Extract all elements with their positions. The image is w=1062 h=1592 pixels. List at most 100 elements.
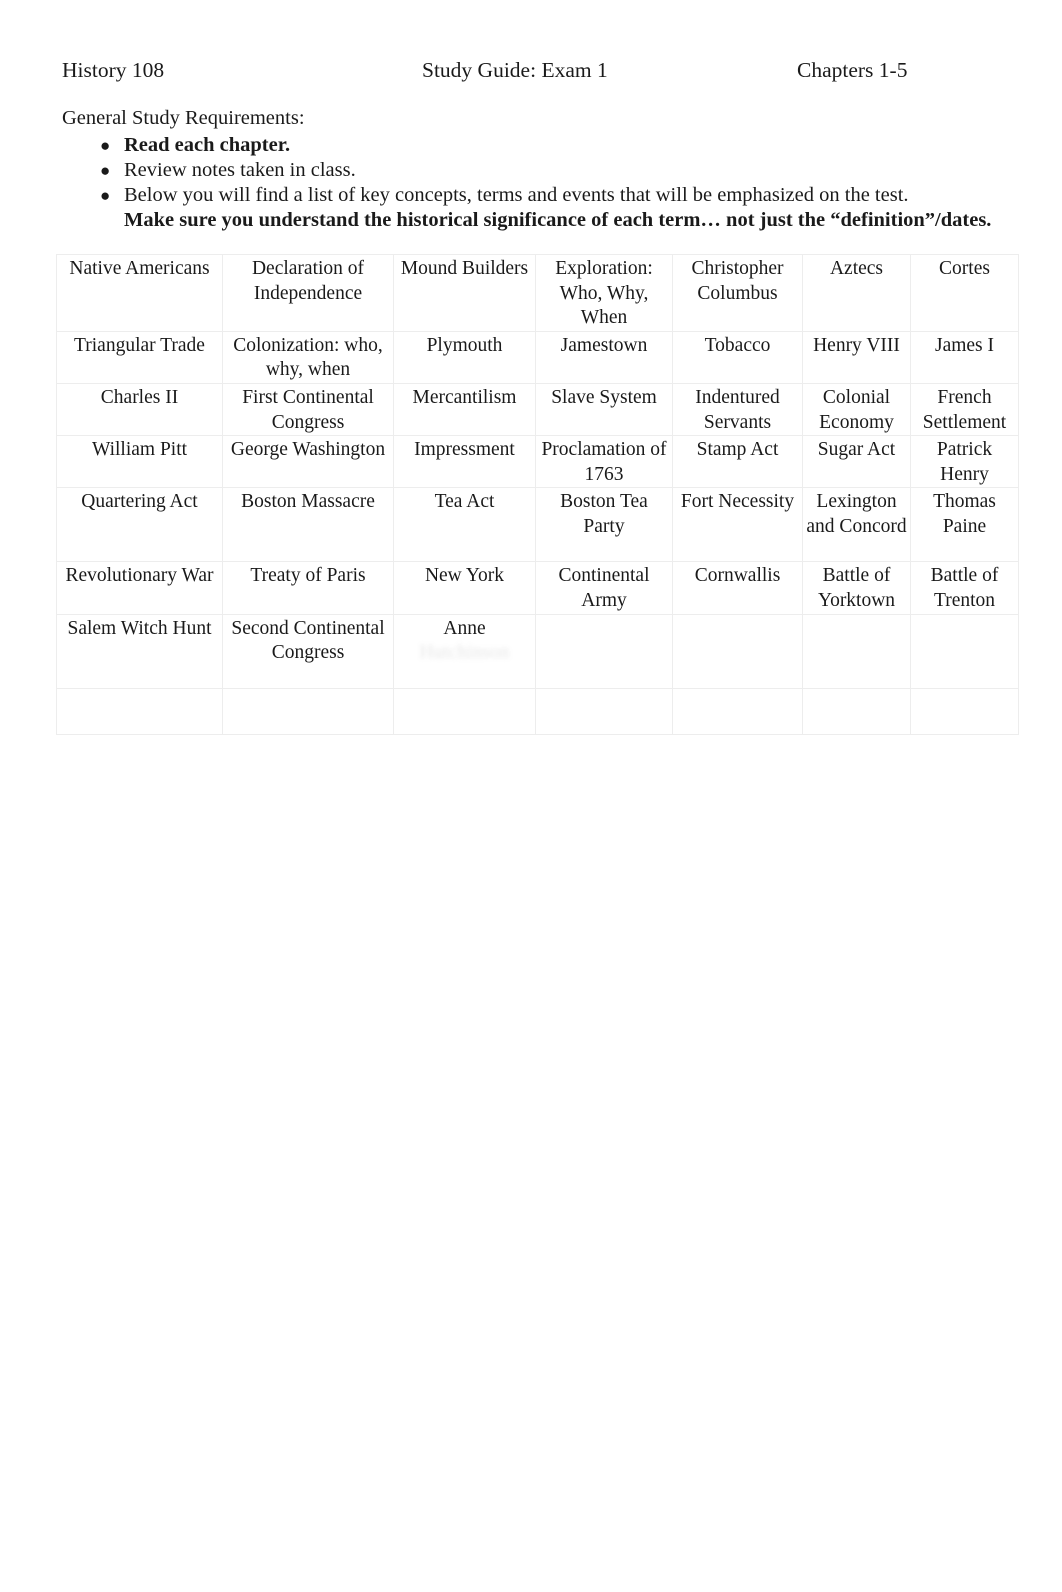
list-marker-illegible (106, 841, 116, 866)
table-cell: Salem Witch Hunt (56, 613, 223, 689)
table-cell: Sugar Act (802, 435, 911, 489)
bullet-subtext: Make sure you understand the historical … (124, 209, 992, 231)
intro-heading: General Study Requirements: (62, 107, 305, 129)
table-row: Revolutionary War Treaty of Paris New Yo… (56, 561, 1019, 615)
illegible-text (140, 1102, 525, 1149)
table-cell-illegible (910, 687, 1019, 735)
list-item-illegible (62, 1173, 1012, 1248)
illegible-text (140, 1030, 530, 1077)
table-cell: Patrick Henry (910, 435, 1019, 489)
list-marker-illegible (106, 1270, 116, 1295)
table-cell: Aztecs (802, 254, 911, 332)
table-cell-illegible (393, 687, 536, 735)
general-study-requirements: General Study Requirements: ● Read each … (62, 106, 1012, 233)
document-header: History 108 Study Guide: Exam 1 Chapters… (62, 56, 1012, 84)
table-row: William Pitt George Washington Impressme… (56, 435, 1019, 489)
table-cell-illegible (802, 613, 911, 689)
table-cell-illegible (56, 687, 223, 735)
illegible-text (140, 950, 360, 972)
table-cell: Jamestown (535, 330, 673, 384)
list-item-illegible (62, 787, 1012, 812)
bullet-text: Review notes taken in class. (124, 159, 356, 181)
table-cell: Boston Massacre (222, 487, 394, 563)
key-terms-table: Native Americans Declaration of Independ… (56, 254, 1019, 735)
list-item-illegible (62, 814, 1012, 839)
list-marker-illegible (106, 922, 116, 947)
table-cell: James I (910, 330, 1019, 384)
table-cell-illegible (222, 687, 394, 735)
table-row: Native Americans Declaration of Independ… (56, 254, 1019, 332)
table-cell: Second Continental Congress (222, 613, 394, 689)
table-cell: William Pitt (56, 435, 223, 489)
table-cell: Cortes (910, 254, 1019, 332)
table-cell-illegible (535, 687, 673, 735)
table-cell: Indentured Servants (672, 382, 803, 437)
illegible-text (140, 1271, 530, 1318)
illegible-text (140, 815, 415, 837)
course-label: History 108 (62, 58, 165, 82)
table-cell: Continental Army (535, 561, 673, 615)
chapters-label: Chapters 1-5 (797, 58, 908, 82)
illegible-text (140, 923, 355, 945)
table-row: Triangular Trade Colonization: who, why,… (56, 330, 1019, 384)
table-cell: Triangular Trade (56, 330, 223, 384)
illegible-text (140, 896, 450, 918)
table-cell: Colonial Economy (802, 382, 911, 437)
table-cell: First Continental Congress (222, 382, 394, 437)
table-cell: Fort Necessity (672, 487, 803, 563)
requirements-bullet-list: ● Read each chapter. ● Review notes take… (62, 133, 1012, 233)
table-cell-illegible (535, 613, 673, 689)
table-cell: George Washington (222, 435, 394, 489)
table-cell: Cornwallis (672, 561, 803, 615)
table-cell: Quartering Act (56, 487, 223, 563)
list-item-illegible (62, 868, 1012, 893)
table-row: Charles II First Continental Congress Me… (56, 382, 1019, 437)
table-cell: Anne Hutchinson (393, 613, 536, 689)
illegible-text (140, 842, 455, 864)
table-cell-illegible (672, 687, 803, 735)
list-marker-illegible (106, 814, 116, 839)
list-item-illegible (62, 1101, 1012, 1151)
illegible-text (140, 977, 315, 999)
list-item: ● Read each chapter. (62, 133, 1012, 158)
section-heading-illegible (62, 1000, 1012, 1025)
table-cell: Henry VIII (802, 330, 911, 384)
table-cell: Boston Tea Party (535, 487, 673, 563)
list-marker-illegible (106, 787, 116, 812)
table-cell: Impressment (393, 435, 536, 489)
table-cell: New York (393, 561, 536, 615)
list-marker-illegible (106, 895, 116, 920)
table-cell: Battle of Yorktown (802, 561, 911, 615)
table-cell: Charles II (56, 382, 223, 437)
list-marker-illegible (106, 1101, 116, 1126)
illegible-text (140, 788, 380, 810)
bullet-text: Below you will find a list of key concep… (124, 184, 909, 206)
bullet-dot-icon: ● (100, 186, 111, 205)
table-cell: Lexington and Concord (802, 487, 911, 563)
list-item-illegible (62, 922, 1012, 947)
list-marker-illegible (106, 1029, 116, 1054)
list-item-illegible (62, 841, 1012, 866)
table-cell: Exploration: Who, Why, When (535, 254, 673, 332)
table-cell: Tea Act (393, 487, 536, 563)
list-marker-illegible (106, 1173, 116, 1198)
list-item: ● Review notes taken in class. (62, 158, 1012, 183)
list-item-illegible (62, 1270, 1012, 1320)
short-answer-section (62, 758, 1012, 1003)
list-marker-illegible (106, 949, 116, 974)
table-cell-illegible (910, 613, 1019, 689)
table-cell: Mercantilism (393, 382, 536, 437)
illegible-text (140, 869, 320, 891)
table-row (56, 687, 1019, 735)
bullet-dot-icon: ● (100, 161, 111, 180)
illegible-text (140, 1174, 515, 1246)
list-item-illegible (62, 895, 1012, 920)
list-item-illegible (62, 976, 1012, 1001)
list-item-illegible (62, 1029, 1012, 1079)
table-cell: Mound Builders (393, 254, 536, 332)
essay-section (62, 1000, 1012, 1342)
table-cell-illegible (672, 613, 803, 689)
section-heading-illegible (62, 758, 1012, 783)
bullet-dot-icon: ● (100, 136, 111, 155)
short-answer-list (62, 787, 1012, 1001)
